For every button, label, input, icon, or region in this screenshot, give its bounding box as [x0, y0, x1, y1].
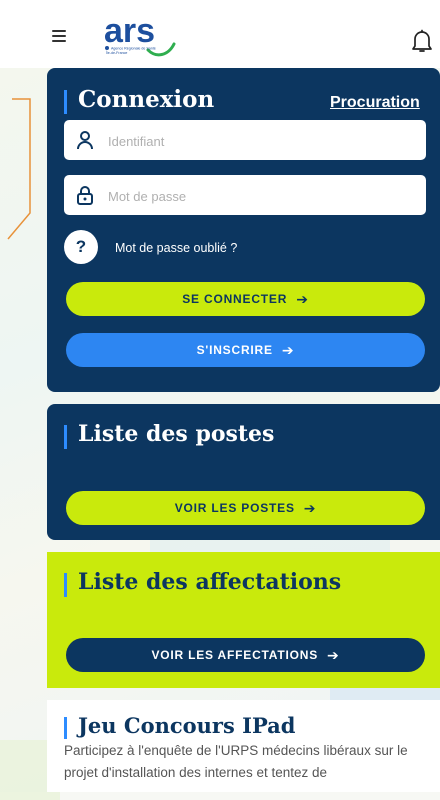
contest-card: Jeu Concours IPad Participez à l'enquête…: [47, 700, 440, 792]
arrow-right-icon: ➔: [296, 290, 309, 307]
decorative-bracket: [7, 98, 31, 240]
arrow-right-icon: ➔: [327, 646, 340, 663]
lock-icon: [77, 186, 93, 205]
view-postes-label: VOIR LES POSTES: [174, 501, 295, 515]
logo-text: ars: [104, 12, 155, 50]
register-button-label: S'INSCRIRE: [196, 343, 273, 357]
forgot-password-link[interactable]: Mot de passe oublié ?: [115, 241, 237, 255]
register-button[interactable]: S'INSCRIRE ➔: [66, 333, 425, 367]
connect-button-label: SE CONNECTER: [182, 292, 288, 306]
connect-button[interactable]: SE CONNECTER ➔: [66, 282, 425, 316]
notification-bell-icon[interactable]: [410, 28, 434, 54]
username-field[interactable]: [64, 120, 426, 162]
username-input[interactable]: [106, 120, 410, 162]
hamburger-menu-icon[interactable]: [52, 30, 66, 42]
postes-card: Liste des postes VOIR LES POSTES ➔: [47, 404, 440, 540]
contest-title: Jeu Concours IPad: [78, 713, 296, 738]
password-field[interactable]: [64, 175, 426, 217]
view-affectations-label: VOIR LES AFFECTATIONS: [151, 648, 319, 662]
procuration-link[interactable]: Procuration: [330, 94, 420, 112]
view-postes-button[interactable]: VOIR LES POSTES ➔: [66, 491, 425, 525]
help-icon[interactable]: ?: [64, 230, 98, 264]
app-header: ars Agence Régionale de Santé Île-de-Fra…: [0, 0, 440, 68]
ars-logo[interactable]: ars Agence Régionale de Santé Île-de-Fra…: [104, 12, 176, 60]
logo-subtitle-line2: Île-de-France: [105, 51, 127, 55]
password-input[interactable]: [106, 175, 410, 217]
title-accent-bar: [64, 573, 67, 597]
user-icon: [77, 131, 93, 150]
arrow-right-icon: ➔: [303, 499, 317, 516]
affectations-title: Liste des affectations: [78, 569, 342, 595]
contest-description: Participez à l'enquête de l'URPS médecin…: [64, 743, 408, 780]
arrow-right-icon: ➔: [281, 341, 295, 358]
title-accent-bar: [64, 90, 67, 114]
title-accent-bar: [64, 425, 67, 449]
affectations-card: Liste des affectations VOIR LES AFFECTAT…: [47, 552, 440, 688]
logo-subtitle-line1: Agence Régionale de Santé: [111, 47, 156, 51]
view-affectations-button[interactable]: VOIR LES AFFECTATIONS ➔: [66, 638, 425, 672]
title-accent-bar: [64, 717, 67, 739]
login-title: Connexion: [78, 86, 215, 113]
login-card: Connexion Procuration ? Mot de passe oub…: [47, 68, 440, 392]
postes-title: Liste des postes: [78, 421, 275, 447]
